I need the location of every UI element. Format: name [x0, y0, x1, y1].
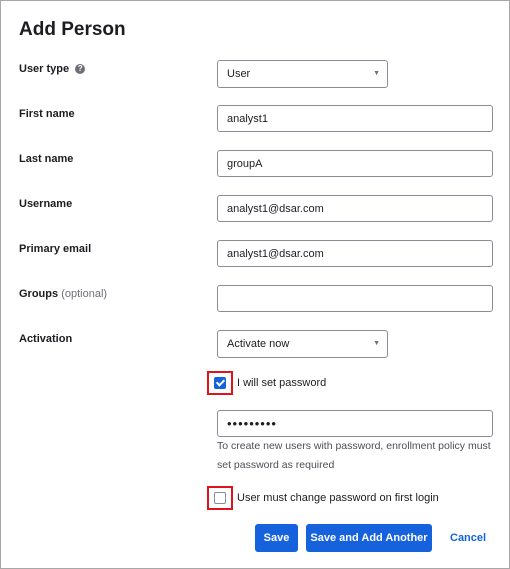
user-type-label-text: User type: [19, 63, 70, 75]
must-change-label[interactable]: User must change password on first login: [237, 492, 439, 504]
cancel-button[interactable]: Cancel: [450, 524, 486, 552]
first-name-input[interactable]: [217, 105, 493, 132]
must-change-checkbox[interactable]: [214, 492, 226, 504]
dialog-title: Add Person: [19, 19, 126, 40]
user-type-value: User: [227, 68, 251, 80]
activation-value: Activate now: [227, 338, 290, 350]
password-input[interactable]: [217, 410, 493, 437]
groups-label-text: Groups: [19, 288, 59, 300]
first-name-label: First name: [19, 108, 75, 120]
user-type-label: User type?: [19, 63, 86, 75]
last-name-input[interactable]: [217, 150, 493, 177]
primary-email-input[interactable]: [217, 240, 493, 267]
groups-label: Groups (optional): [19, 288, 107, 300]
username-label: Username: [19, 198, 73, 210]
activation-label: Activation: [19, 333, 73, 345]
save-button[interactable]: Save: [255, 524, 298, 552]
groups-optional-text: (optional): [61, 288, 108, 300]
must-change-highlight: [207, 486, 233, 510]
set-password-label[interactable]: I will set password: [237, 377, 326, 389]
primary-email-label: Primary email: [19, 243, 92, 255]
chevron-down-icon: ▼: [373, 340, 380, 347]
password-hint: To create new users with password, enrol…: [217, 440, 491, 471]
chevron-down-icon: ▼: [373, 70, 380, 77]
question-circle-icon[interactable]: ?: [75, 64, 86, 74]
add-person-dialog: Add Person User type? User ▼ First name …: [0, 0, 510, 569]
groups-input[interactable]: [217, 285, 493, 312]
set-password-checkbox[interactable]: [214, 377, 226, 389]
activation-select[interactable]: Activate now ▼: [217, 330, 388, 358]
username-input[interactable]: [217, 195, 493, 222]
last-name-label: Last name: [19, 153, 74, 165]
save-and-add-another-button[interactable]: Save and Add Another: [306, 524, 432, 552]
set-password-highlight: [207, 371, 233, 395]
user-type-select[interactable]: User ▼: [217, 60, 388, 88]
